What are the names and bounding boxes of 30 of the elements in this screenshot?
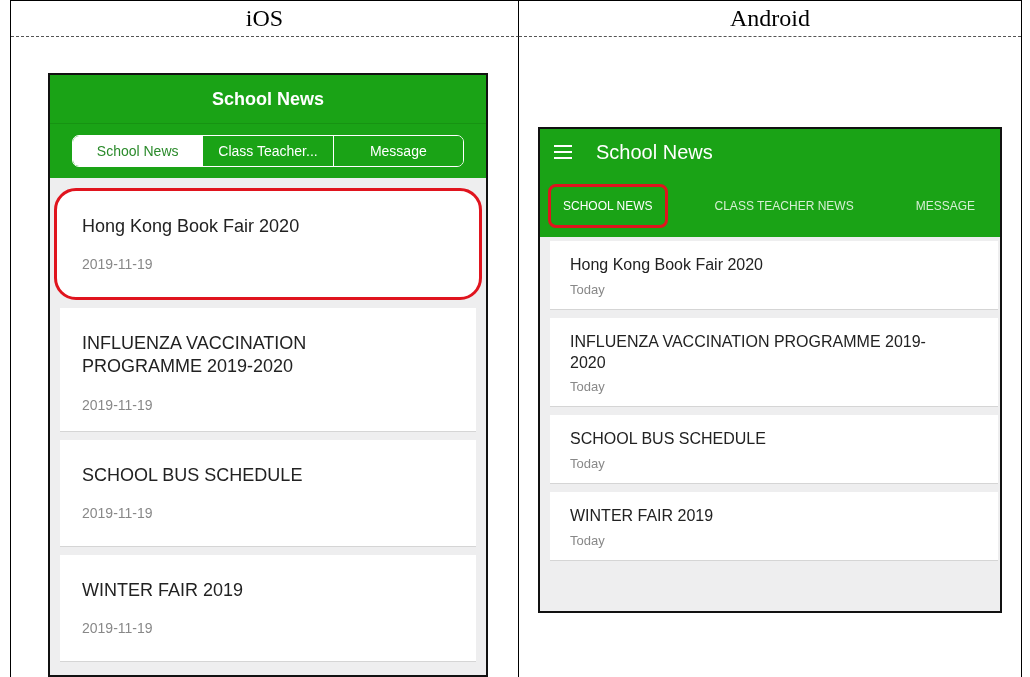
news-date: Today <box>570 456 606 472</box>
news-date: Today <box>570 281 606 297</box>
news-card[interactable]: WINTER FAIR 2019 Today <box>550 492 998 561</box>
news-card[interactable]: Hong Kong Book Fair 2020 Today <box>550 241 998 310</box>
screen-title: School News <box>596 140 713 164</box>
news-card[interactable]: SCHOOL BUS SCHEDULE 2019-11-19 <box>60 439 476 547</box>
news-card[interactable]: INFLUENZA VACCINATION PROGRAMME 2019-2020 2019-11-19 <box>60 308 476 432</box>
news-date: 2019-11-19 <box>82 256 154 273</box>
menu-icon[interactable] <box>554 145 572 159</box>
news-date: Today <box>570 533 606 548</box>
news-title: WINTER FAIR 2019 <box>570 506 715 527</box>
news-date: 2019-11-19 <box>82 505 154 522</box>
segment-tab[interactable]: School News <box>73 136 203 166</box>
news-date: 2019-11-19 <box>82 620 154 637</box>
news-card[interactable]: SCHOOL BUS SCHEDULE Today <box>550 415 998 485</box>
news-title: INFLUENZA VACCINATION PROGRAMME 2019-2020 <box>82 332 308 379</box>
news-card[interactable]: Hong Kong Book Fair 2020 2019-11-19 <box>54 188 482 300</box>
news-date: 2019-11-19 <box>82 396 154 413</box>
news-title: Hong Kong Book Fair 2020 <box>570 255 764 275</box>
news-title: Hong Kong Book Fair 2020 <box>82 215 301 238</box>
news-card[interactable]: WINTER FAIR 2019 2019-11-19 <box>60 554 476 662</box>
news-card[interactable]: INFLUENZA VACCINATION PROGRAMME 2019-2020 Today <box>550 317 998 408</box>
news-title: SCHOOL BUS SCHEDULE <box>82 463 304 487</box>
news-title: WINTER FAIR 2019 <box>82 578 245 602</box>
screen-title: School News <box>212 88 324 110</box>
news-title: SCHOOL BUS SCHEDULE <box>570 429 767 450</box>
news-title: INFLUENZA VACCINATION PROGRAMME 2019-2020 <box>570 331 927 373</box>
column-heading: Android <box>519 1 1021 37</box>
column-heading: iOS <box>11 1 519 37</box>
news-date: Today <box>570 379 606 395</box>
